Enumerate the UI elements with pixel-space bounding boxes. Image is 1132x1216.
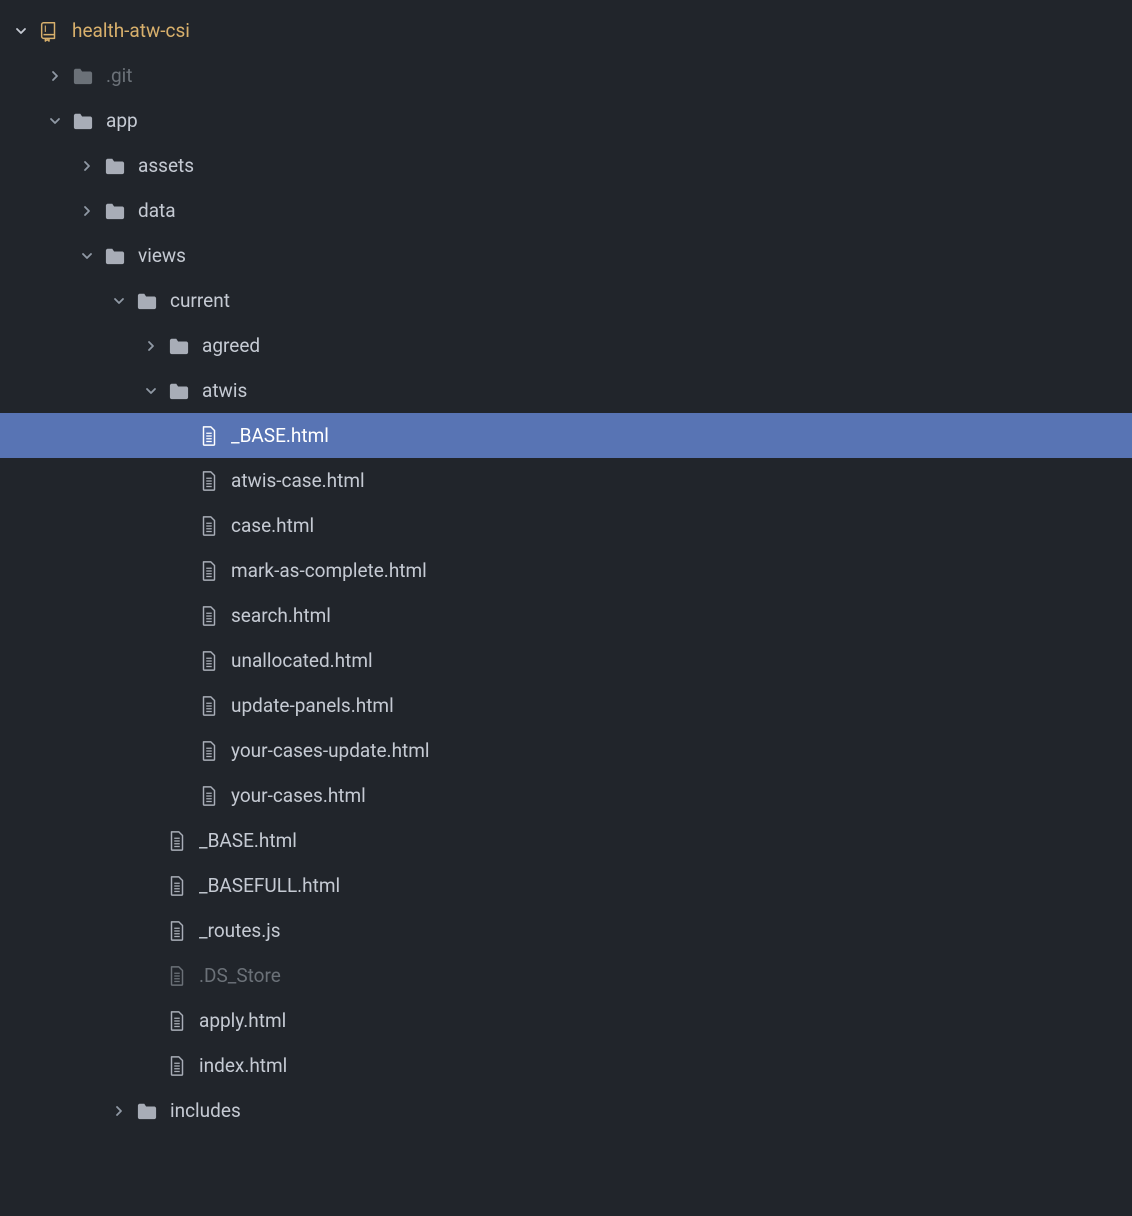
- tree-folder[interactable]: current: [0, 278, 1132, 323]
- tree-file[interactable]: mark-as-complete.html: [0, 548, 1132, 593]
- folder-icon: [72, 111, 94, 131]
- chevron-down-icon[interactable]: [80, 249, 94, 263]
- chevron-down-icon[interactable]: [48, 114, 62, 128]
- tree-folder[interactable]: includes: [0, 1088, 1132, 1133]
- chevron-down-icon[interactable]: [112, 294, 126, 308]
- tree-folder[interactable]: assets: [0, 143, 1132, 188]
- folder-icon: [168, 381, 190, 401]
- tree-item-label: mark-as-complete.html: [231, 559, 427, 582]
- file-icon: [199, 785, 219, 807]
- file-icon: [167, 830, 187, 852]
- file-icon: [199, 740, 219, 762]
- file-icon: [167, 1055, 187, 1077]
- tree-item-label: update-panels.html: [231, 694, 394, 717]
- file-tree: health-atw-csi .git appassets data views curr…: [0, 8, 1132, 1133]
- tree-item-label: app: [106, 109, 138, 132]
- tree-item-label: views: [138, 244, 186, 267]
- chevron-right-icon[interactable]: [112, 1104, 126, 1118]
- tree-item-label: your-cases-update.html: [231, 739, 430, 762]
- tree-file[interactable]: update-panels.html: [0, 683, 1132, 728]
- tree-folder[interactable]: views: [0, 233, 1132, 278]
- tree-item-label: data: [138, 199, 176, 222]
- tree-file[interactable]: unallocated.html: [0, 638, 1132, 683]
- tree-item-label: .DS_Store: [199, 964, 281, 987]
- folder-icon: [104, 246, 126, 266]
- file-icon: [167, 875, 187, 897]
- folder-icon: [104, 201, 126, 221]
- tree-file[interactable]: .DS_Store: [0, 953, 1132, 998]
- chevron-right-icon[interactable]: [80, 204, 94, 218]
- tree-item-label: atwis: [202, 379, 247, 402]
- tree-item-label: _BASEFULL.html: [199, 874, 340, 897]
- tree-folder[interactable]: .git: [0, 53, 1132, 98]
- file-icon: [167, 920, 187, 942]
- tree-item-label: apply.html: [199, 1009, 286, 1032]
- chevron-down-icon[interactable]: [144, 384, 158, 398]
- file-icon: [167, 965, 187, 987]
- tree-folder[interactable]: app: [0, 98, 1132, 143]
- chevron-right-icon[interactable]: [48, 69, 62, 83]
- tree-item-label: _BASE.html: [199, 829, 297, 852]
- tree-file[interactable]: index.html: [0, 1043, 1132, 1088]
- tree-item-label: your-cases.html: [231, 784, 366, 807]
- tree-file[interactable]: _routes.js: [0, 908, 1132, 953]
- tree-file[interactable]: _BASE.html: [0, 818, 1132, 863]
- tree-item-label: agreed: [202, 334, 260, 357]
- tree-root[interactable]: health-atw-csi: [0, 8, 1132, 53]
- file-icon: [199, 470, 219, 492]
- file-icon: [199, 605, 219, 627]
- tree-item-label: atwis-case.html: [231, 469, 365, 492]
- tree-item-label: current: [170, 289, 230, 312]
- tree-file[interactable]: _BASE.html: [0, 413, 1132, 458]
- tree-folder[interactable]: agreed: [0, 323, 1132, 368]
- tree-folder[interactable]: data: [0, 188, 1132, 233]
- repo-icon: [38, 20, 60, 42]
- tree-item-label: index.html: [199, 1054, 287, 1077]
- folder-icon: [104, 156, 126, 176]
- file-icon: [199, 560, 219, 582]
- file-icon: [199, 650, 219, 672]
- tree-root-label: health-atw-csi: [72, 19, 190, 42]
- tree-item-label: _BASE.html: [231, 424, 329, 447]
- tree-file[interactable]: search.html: [0, 593, 1132, 638]
- tree-folder[interactable]: atwis: [0, 368, 1132, 413]
- folder-icon: [136, 1101, 158, 1121]
- file-icon: [199, 515, 219, 537]
- file-icon: [199, 425, 219, 447]
- tree-file[interactable]: your-cases.html: [0, 773, 1132, 818]
- folder-icon: [136, 291, 158, 311]
- tree-item-label: assets: [138, 154, 194, 177]
- chevron-down-icon[interactable]: [14, 24, 28, 38]
- file-icon: [167, 1010, 187, 1032]
- tree-item-label: case.html: [231, 514, 314, 537]
- tree-item-label: _routes.js: [199, 919, 281, 942]
- tree-item-label: unallocated.html: [231, 649, 373, 672]
- tree-file[interactable]: case.html: [0, 503, 1132, 548]
- folder-icon: [72, 66, 94, 86]
- tree-item-label: .git: [106, 64, 133, 87]
- file-icon: [199, 695, 219, 717]
- folder-icon: [168, 336, 190, 356]
- tree-file[interactable]: _BASEFULL.html: [0, 863, 1132, 908]
- chevron-right-icon[interactable]: [144, 339, 158, 353]
- tree-item-label: includes: [170, 1099, 241, 1122]
- tree-file[interactable]: your-cases-update.html: [0, 728, 1132, 773]
- tree-file[interactable]: atwis-case.html: [0, 458, 1132, 503]
- chevron-right-icon[interactable]: [80, 159, 94, 173]
- tree-item-label: search.html: [231, 604, 331, 627]
- tree-file[interactable]: apply.html: [0, 998, 1132, 1043]
